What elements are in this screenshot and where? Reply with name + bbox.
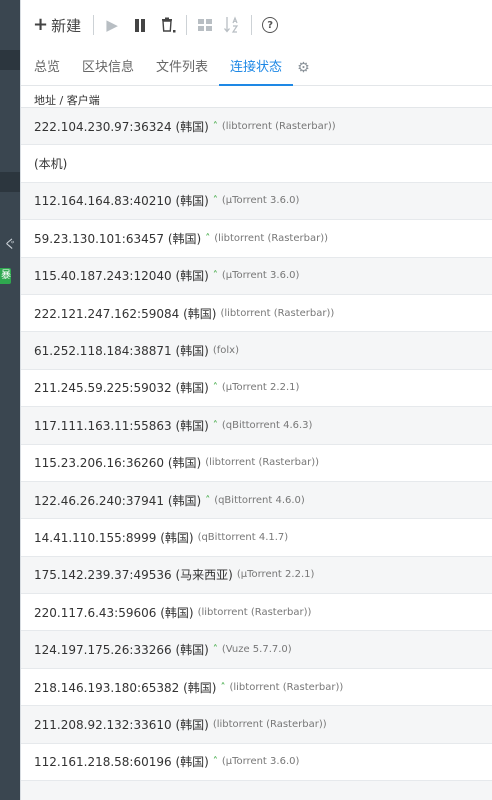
- peer-row[interactable]: 115.23.206.16:36260 (韩国) (libtorrent (Ras…: [21, 444, 492, 482]
- help-icon: ?: [262, 17, 279, 33]
- help-button[interactable]: ?: [256, 10, 284, 40]
- peer-row[interactable]: 122.46.26.240:37941 (韩国) ˄ (qBittorrent 4.…: [21, 481, 492, 520]
- detail-tabs: 总览 区块信息 文件列表 连接状态 ⚙: [21, 50, 492, 86]
- pause-button[interactable]: [126, 10, 154, 40]
- peer-row[interactable]: 211.208.92.132:33610 (韩国) (libtorrent (Ra…: [21, 706, 492, 744]
- chevron-up-icon: ˄: [212, 756, 218, 768]
- toolbar: + 新建 ▶ ?: [21, 0, 492, 50]
- peer-client: (libtorrent (Rasterbar)): [221, 120, 336, 132]
- peer-row[interactable]: (本机): [21, 145, 492, 183]
- main-panel: + 新建 ▶ ? 总览 区块信息 文件列表 连接状态 ⚙ 地址 / 客户端 22…: [20, 0, 492, 800]
- new-button[interactable]: + 新建: [31, 10, 89, 40]
- peer-row[interactable]: 220.117.6.43:59606 (韩国) (libtorrent (Rast…: [21, 594, 492, 632]
- peer-client: (qBittorrent 4.6.0): [214, 494, 305, 506]
- peer-row[interactable]: 117.111.163.11:55863 (韩国) ˄ (qBittorrent 4…: [21, 407, 492, 445]
- chevron-up-icon: ˄: [212, 120, 218, 132]
- peer-client: (µTorrent 3.6.0): [221, 270, 300, 282]
- peer-address: 211.208.92.132:33610 (韩国): [34, 717, 209, 732]
- peer-client: (libtorrent (Rasterbar)): [212, 718, 327, 730]
- peer-client: (qBittorrent 4.1.7): [197, 531, 289, 543]
- chevron-up-icon: ˄: [205, 494, 211, 506]
- peer-address: 211.245.59.225:59032 (韩国): [34, 381, 209, 396]
- peer-client: (Vuze 5.7.7.0): [221, 644, 292, 656]
- peer-client: (µTorrent 3.6.0): [221, 756, 300, 768]
- peer-address: 61.252.118.184:38871 (韩国): [34, 344, 209, 359]
- peer-address: 175.142.239.37:49536 (马来西亚): [34, 568, 233, 583]
- peer-row[interactable]: 222.104.230.97:36324 (韩国) ˄ (libtorrent (R…: [21, 108, 492, 146]
- peer-row[interactable]: 218.146.193.180:65382 (韩国) ˄ (libtorrent (…: [21, 668, 492, 707]
- grid-icon: [198, 19, 213, 31]
- peer-client: (libtorrent (Rasterbar)): [214, 232, 328, 244]
- chevron-up-icon: ˄: [212, 419, 218, 431]
- peer-address: 222.104.230.97:36324 (韩国): [34, 119, 209, 134]
- peer-address: 115.40.187.243:12040 (韩国): [34, 269, 209, 284]
- peer-client: (qBittorrent 4.6.3): [221, 419, 313, 431]
- chevron-up-icon: ˄: [212, 270, 218, 282]
- sidebar-label: ぐ: [4, 237, 17, 251]
- toolbar-divider: [93, 15, 95, 35]
- sort-az-icon: [224, 16, 239, 33]
- peer-row[interactable]: [21, 781, 492, 800]
- tab-peers[interactable]: 连接状态: [219, 56, 294, 86]
- peer-client: (libtorrent (Rasterbar)): [229, 681, 344, 693]
- peer-address: 222.121.247.162:59084 (韩国): [34, 306, 217, 321]
- column-header[interactable]: 地址 / 客户端: [21, 86, 492, 108]
- chevron-up-icon: ˄: [212, 644, 218, 656]
- peer-address: 115.23.206.16:36260 (韩国): [34, 456, 202, 471]
- peer-row[interactable]: 59.23.130.101:63457 (韩国) ˄ (libtorrent (Ra…: [21, 220, 492, 258]
- peer-address: 218.146.193.180:65382 (韩国): [34, 680, 217, 695]
- peer-address: 112.161.218.58:60196 (韩国): [34, 755, 209, 770]
- peer-client: (µTorrent 3.6.0): [221, 195, 300, 207]
- peer-row[interactable]: 112.164.164.83:40210 (韩国) ˄ (µTorrent 3.6.…: [21, 182, 492, 221]
- chevron-up-icon: ˄: [220, 681, 226, 693]
- peer-list: 222.104.230.97:36324 (韩国) ˄ (libtorrent (R…: [21, 108, 492, 800]
- gear-icon[interactable]: ⚙: [293, 60, 318, 85]
- peer-address: 112.164.164.83:40210 (韩国): [34, 194, 209, 209]
- sidebar-selected-band[interactable]: [0, 50, 20, 70]
- tab-files[interactable]: 文件列表: [145, 56, 219, 86]
- play-button[interactable]: ▶: [98, 10, 126, 40]
- plus-icon: +: [33, 14, 49, 35]
- peer-client: (folx): [212, 345, 239, 357]
- peer-address: 14.41.110.155:8999 (韩国): [34, 530, 194, 545]
- sidebar-badge: 暴: [0, 268, 11, 284]
- tab-pieces[interactable]: 区块信息: [71, 56, 145, 86]
- peer-address: 122.46.26.240:37941 (韩国): [34, 493, 202, 508]
- peer-address: (本机): [34, 157, 68, 172]
- toolbar-divider: [186, 15, 188, 35]
- delete-button[interactable]: [154, 10, 182, 40]
- peer-client: (µTorrent 2.2.1): [221, 382, 300, 394]
- sidebar-selected-band[interactable]: [0, 172, 20, 192]
- play-icon: ▶: [106, 16, 118, 34]
- pause-icon: [135, 18, 146, 32]
- peer-address: 124.197.175.26:33266 (韩国): [34, 643, 209, 658]
- new-button-label: 新建: [51, 16, 82, 35]
- peer-client: (libtorrent (Rasterbar)): [220, 307, 335, 319]
- peer-address: 220.117.6.43:59606 (韩国): [34, 605, 194, 620]
- peer-row[interactable]: 115.40.187.243:12040 (韩国) ˄ (µTorrent 3.6.…: [21, 257, 492, 295]
- peer-row[interactable]: 112.161.218.58:60196 (韩国) ˄ (µTorrent 3.6.…: [21, 743, 492, 782]
- peer-address: 59.23.130.101:63457 (韩国): [34, 231, 202, 246]
- peer-client: (libtorrent (Rasterbar)): [205, 457, 319, 469]
- peer-client: (libtorrent (Rasterbar)): [197, 606, 312, 618]
- peer-row[interactable]: 211.245.59.225:59032 (韩国) ˄ (µTorrent 2.2.…: [21, 369, 492, 408]
- peer-row[interactable]: 124.197.175.26:33266 (韩国) ˄ (Vuze 5.7.7.0): [21, 631, 492, 669]
- peer-client: (µTorrent 2.2.1): [236, 569, 315, 581]
- left-sidebar: ぐ 暴: [0, 0, 20, 800]
- grid-view-button[interactable]: [191, 10, 219, 40]
- trash-icon: [162, 17, 176, 33]
- toolbar-divider: [251, 15, 253, 35]
- sort-button[interactable]: [219, 10, 247, 40]
- peer-row[interactable]: 14.41.110.155:8999 (韩国) (qBittorrent 4.1.…: [21, 519, 492, 557]
- peer-row[interactable]: 175.142.239.37:49536 (马来西亚) (µTorrent 2.2…: [21, 556, 492, 595]
- chevron-up-icon: ˄: [212, 382, 218, 394]
- peer-row[interactable]: 61.252.118.184:38871 (韩国) (folx): [21, 332, 492, 370]
- chevron-up-icon: ˄: [205, 232, 211, 244]
- peer-row[interactable]: 222.121.247.162:59084 (韩国) (libtorrent (R…: [21, 294, 492, 333]
- peer-address: 117.111.163.11:55863 (韩国): [34, 418, 209, 433]
- tab-overview[interactable]: 总览: [23, 56, 71, 86]
- chevron-up-icon: ˄: [212, 195, 218, 207]
